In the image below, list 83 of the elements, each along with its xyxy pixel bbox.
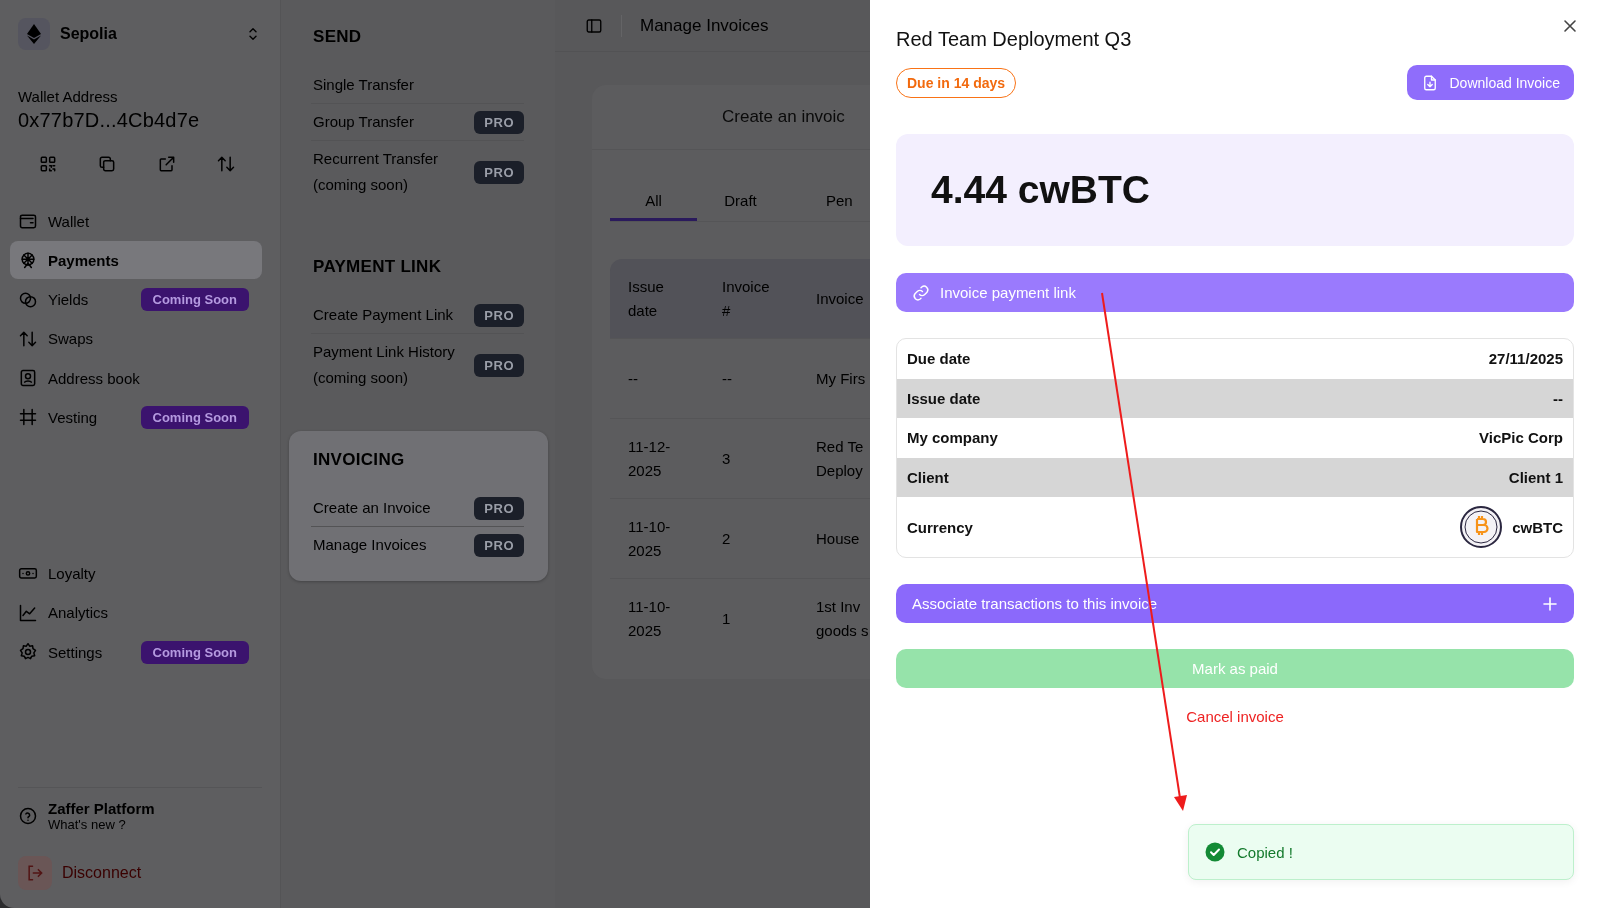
wallet-icon [18,211,38,231]
nav-item[interactable]: Yields Coming Soon [10,280,262,319]
platform-title[interactable]: Zaffer Platform [48,800,155,817]
table-cell-text: 3 [722,448,732,469]
detail-label: My company [907,429,998,447]
detail-value: Client 1 [1508,468,1563,486]
filter-tab[interactable]: All [610,184,697,221]
nav-item[interactable]: Payments [10,241,262,280]
sidebar-toggle-icon[interactable] [585,16,603,35]
network-name[interactable]: Sepolia [60,25,234,43]
cancel-link[interactable]: Cancel invoice [1186,708,1284,725]
column-header: Invoice # [704,259,798,339]
pro-badge: PRO [474,496,524,520]
disconnect-button[interactable]: Disconnect [62,864,142,882]
help-icon [18,806,38,826]
menu-link[interactable]: Create Payment Link [313,297,454,333]
table-cell-text: 11-12-2025 [628,436,672,481]
detail-label: Issue date [907,389,981,407]
filter-tab[interactable]: Pen [784,184,853,221]
menu-link[interactable]: Group Transfer [313,104,414,140]
table-cell-text: 2 [722,528,732,549]
detail-value: VicPic Corp [1479,429,1563,447]
arrows-icon[interactable] [216,154,237,174]
section-heading: INVOICING [313,449,406,471]
table-cell-text: -- [628,368,639,389]
menu-link[interactable]: Create an Invoice [313,490,431,526]
section-heading: PAYMENT LINK [313,256,443,278]
whats-new-link[interactable]: What's new ? [48,817,155,832]
wheel-icon [18,250,38,271]
nav-item[interactable]: Address book [10,359,262,398]
nav-item[interactable]: Analytics [10,593,262,632]
check-icon [1205,842,1225,862]
chart-icon [18,602,38,623]
coming-soon-badge: Coming Soon [140,288,249,312]
menu-link[interactable]: Manage Invoices [313,527,427,563]
invoice-title: Red Team Deployment Q3 [896,28,1132,51]
nav-item[interactable]: Settings Coming Soon [10,633,262,672]
column-header: Invoice [798,259,870,339]
table-cell-text: 11-10-2025 [628,596,672,641]
link-icon [912,283,930,302]
wallet-address: 0x77b7D...4Cb4d7e [18,109,201,132]
payment-link-button[interactable]: Invoice payment link [896,273,1574,312]
coming-soon-badge: Coming Soon [140,640,249,664]
nav-item[interactable]: Loyalty [10,554,262,593]
pro-badge: PRO [474,533,524,557]
table-cell: My Firs [816,369,866,387]
plus-icon [1542,595,1558,612]
menu-link[interactable]: Single Transfer [313,67,414,103]
nav-item[interactable]: Vesting Coming Soon [10,398,262,437]
pro-badge: PRO [474,160,524,184]
pro-badge: PRO [474,303,524,327]
page-title: Manage Invoices [640,15,769,36]
detail-label: Due date [907,350,971,368]
wallet-label: Wallet Address [18,88,119,105]
filter-tab[interactable]: Draft [697,184,784,221]
table-cell-text: -- [722,368,733,389]
detail-value: cwBTC [1512,518,1563,536]
table-cell: House [816,529,860,547]
pro-badge: PRO [474,110,524,134]
amount-card: 4.44 cwBTC [896,134,1574,246]
detail-value: 27/11/2025 [1488,350,1563,368]
detail-label: Client [907,468,949,486]
menu-link[interactable]: Payment Link History (coming soon) [313,334,473,396]
download-button[interactable]: Download Invoice [1407,65,1574,100]
table-cell: 1st Inv goods s [816,597,869,639]
nav-item[interactable]: Swaps [10,319,262,358]
toast-message: Copied ! [1237,843,1293,861]
detail-value: -- [1553,389,1563,407]
grid-icon [18,407,38,428]
table-cell-text: 1 [722,608,732,629]
table-cell: Red Te Deploy [816,437,864,479]
pro-badge: PRO [474,353,524,377]
detail-label: Currency [907,518,973,536]
logout-icon [18,856,52,890]
bitcoin-icon [1460,506,1503,548]
contact-book-icon [18,368,38,389]
nav-item[interactable]: Wallet [10,202,262,240]
network-logo [18,18,50,50]
column-header: Issue date [610,259,704,339]
menu-link[interactable]: Recurrent Transfer (coming soon) [313,141,473,203]
coming-soon-badge: Coming Soon [140,406,249,429]
section-heading: SEND [313,26,363,48]
table-cell-text: 11-10-2025 [628,516,672,561]
